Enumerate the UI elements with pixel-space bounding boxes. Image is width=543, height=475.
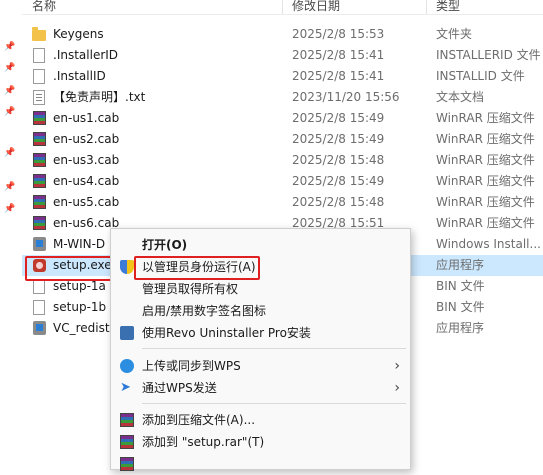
folder-icon	[32, 27, 46, 41]
file-row[interactable]: en-us2.cab 2025/2/8 15:49 WinRAR 压缩文件	[22, 129, 543, 150]
cloud-icon	[120, 359, 134, 373]
column-name-header[interactable]: 名称	[32, 0, 56, 14]
pin-icon: 📌	[4, 107, 16, 117]
menu-item-take-ownership[interactable]: 管理员取得所有权	[111, 278, 410, 300]
file-row[interactable]: en-us4.cab 2025/2/8 15:49 WinRAR 压缩文件	[22, 171, 543, 192]
column-type-header[interactable]: 类型	[436, 0, 460, 14]
file-name: M-WIN-D	[53, 237, 106, 251]
file-name: Keygens	[53, 27, 104, 41]
pin-icon: 📌	[4, 182, 16, 192]
file-name: en-us2.cab	[53, 132, 120, 146]
file-name: setup-1b	[53, 300, 107, 314]
file-type: WinRAR 压缩文件	[436, 132, 535, 146]
text-file-icon	[33, 90, 45, 105]
file-type: INSTALLID 文件	[436, 69, 525, 83]
file-name: en-us1.cab	[53, 111, 120, 125]
winrar-icon	[120, 413, 134, 427]
column-header: 名称 修改日期 类型	[22, 0, 543, 15]
winrar-icon	[33, 111, 46, 125]
file-date: 2025/2/8 15:41	[292, 48, 385, 62]
menu-item-send-wps[interactable]: ➤ 通过WPS发送 ›	[111, 377, 410, 399]
file-row[interactable]: .InstallID 2025/2/8 15:41 INSTALLID 文件	[22, 66, 543, 87]
winrar-icon	[33, 195, 46, 209]
file-icon	[33, 48, 45, 63]
file-type: Windows Install...	[436, 237, 541, 251]
file-type: 文件夹	[436, 27, 473, 41]
file-row[interactable]: en-us3.cab 2025/2/8 15:48 WinRAR 压缩文件	[22, 150, 543, 171]
file-type: WinRAR 压缩文件	[436, 153, 535, 167]
chevron-right-icon: ›	[394, 358, 400, 374]
chevron-right-icon: ›	[394, 380, 400, 396]
pin-icon: 📌	[4, 148, 16, 158]
file-name: .InstallID	[53, 69, 106, 83]
file-row[interactable]: en-us1.cab 2025/2/8 15:49 WinRAR 压缩文件	[22, 108, 543, 129]
file-name: VC_redist	[53, 321, 110, 335]
winrar-icon	[33, 174, 46, 188]
menu-item-signature-icon[interactable]: 启用/禁用数字签名图标	[111, 300, 410, 322]
file-date: 2025/2/8 15:49	[292, 132, 385, 146]
file-date: 2025/2/8 15:48	[292, 195, 385, 209]
highlight-box-run-as-admin	[134, 256, 260, 280]
menu-item-add-archive[interactable]: 添加到压缩文件(A)...	[111, 409, 410, 431]
pin-icon: 📌	[4, 86, 16, 96]
quick-access-pins: 📌 📌 📌 📌 📌 📌 📌	[0, 0, 22, 460]
file-date: 2025/2/8 15:41	[292, 69, 385, 83]
revo-uninstaller-icon	[120, 326, 134, 340]
file-date: 2025/2/8 15:49	[292, 174, 385, 188]
file-icon	[33, 300, 45, 315]
file-date: 2025/2/8 15:48	[292, 153, 385, 167]
pin-icon: 📌	[4, 63, 16, 73]
winrar-icon	[33, 132, 46, 146]
winrar-icon	[33, 153, 46, 167]
file-type: 应用程序	[436, 321, 485, 335]
file-type: WinRAR 压缩文件	[436, 111, 535, 125]
menu-item-revo-install[interactable]: 使用Revo Uninstaller Pro安装	[111, 322, 410, 344]
file-type: INSTALLERID 文件	[436, 48, 541, 62]
file-date: 2023/11/20 15:56	[292, 90, 400, 104]
file-type: BIN 文件	[436, 300, 485, 314]
menu-item-add-setup-rar[interactable]: 添加到 "setup.rar"(T)	[111, 431, 410, 453]
pin-icon: 📌	[4, 204, 16, 214]
file-type: WinRAR 压缩文件	[436, 216, 535, 230]
file-name: .InstallerID	[53, 48, 119, 62]
file-date: 2025/2/8 15:49	[292, 111, 385, 125]
file-type: 文本文档	[436, 90, 485, 104]
menu-separator	[142, 403, 406, 404]
file-name: en-us4.cab	[53, 174, 120, 188]
file-row[interactable]: Keygens 2025/2/8 15:53 文件夹	[22, 24, 543, 45]
file-icon	[33, 279, 45, 294]
menu-separator	[142, 348, 406, 349]
file-type: WinRAR 压缩文件	[436, 195, 535, 209]
pin-icon: 📌	[4, 42, 16, 52]
file-date: 2025/2/8 15:53	[292, 27, 385, 41]
file-name: en-us5.cab	[53, 195, 120, 209]
winrar-icon	[120, 457, 134, 471]
file-name: 【免责声明】.txt	[53, 90, 146, 104]
file-row[interactable]: 【免责声明】.txt 2023/11/20 15:56 文本文档	[22, 87, 543, 108]
installer-icon	[33, 237, 46, 251]
file-row[interactable]: en-us5.cab 2025/2/8 15:48 WinRAR 压缩文件	[22, 192, 543, 213]
file-name: en-us3.cab	[53, 153, 120, 167]
highlight-box-setup	[25, 256, 123, 281]
menu-item-partial[interactable]	[111, 453, 410, 475]
winrar-icon	[120, 435, 134, 449]
file-row[interactable]: .InstallerID 2025/2/8 15:41 INSTALLERID 文件	[22, 45, 543, 66]
column-date-header[interactable]: 修改日期	[292, 0, 340, 14]
menu-item-upload-wps[interactable]: 上传或同步到WPS ›	[111, 355, 410, 377]
file-icon	[33, 69, 45, 84]
menu-item-open[interactable]: 打开(O)	[111, 234, 410, 256]
file-type: BIN 文件	[436, 279, 485, 293]
installer-icon	[33, 321, 46, 335]
file-type: WinRAR 压缩文件	[436, 174, 535, 188]
winrar-icon	[33, 216, 46, 230]
send-icon: ➤	[120, 380, 131, 395]
uac-shield-icon	[120, 260, 134, 274]
file-type: 应用程序	[436, 258, 485, 272]
